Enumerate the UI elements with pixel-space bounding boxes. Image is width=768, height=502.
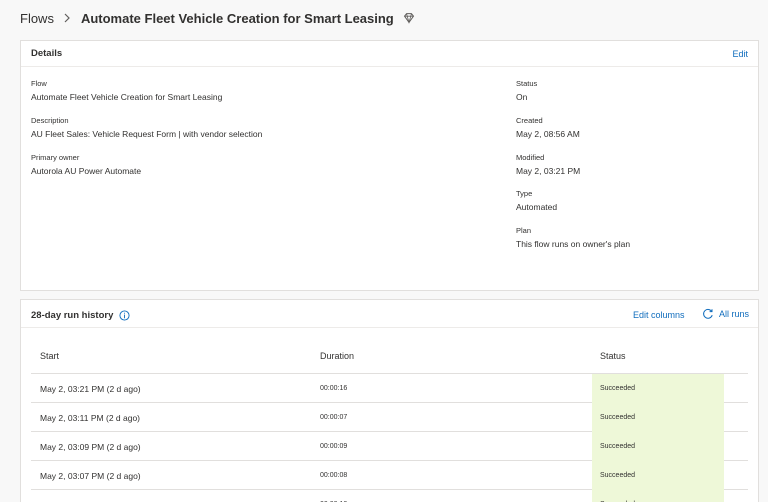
field-label: Created: [516, 116, 543, 125]
field-label: Flow: [31, 79, 47, 88]
cell-start: May 2, 03:07 PM (2 d ago): [40, 470, 141, 481]
all-runs-label: All runs: [719, 309, 750, 319]
status-badge: Succeeded: [592, 403, 724, 432]
table-header-row: Start Duration Status: [31, 328, 748, 374]
run-history-header: 28-day run history Edit columns All runs: [21, 300, 758, 328]
info-icon[interactable]: [119, 310, 130, 321]
details-card: Details Edit Flow Automate Fleet Vehicle…: [20, 40, 759, 291]
field-primary-owner: Primary owner Autorola AU Power Automate: [31, 153, 141, 177]
field-value: This flow runs on owner's plan: [516, 239, 631, 249]
field-value: On: [516, 92, 528, 102]
page-title: Automate Fleet Vehicle Creation for Smar…: [80, 10, 394, 26]
cell-start: May 2, 03:21 PM (2 d ago): [40, 383, 141, 394]
field-label: Plan: [516, 226, 532, 235]
cell-start: May 2, 03:05 PM (2 d ago): [40, 490, 141, 502]
cell-duration: 00:00:08: [320, 472, 348, 479]
status-badge: Succeeded: [592, 461, 724, 490]
diamond-icon: [403, 13, 414, 24]
field-plan: Plan This flow runs on owner's plan: [516, 226, 630, 250]
field-value: Autorola AU Power Automate: [31, 166, 142, 176]
field-description: Description AU Fleet Sales: Vehicle Requ…: [31, 116, 262, 140]
field-value: May 2, 08:56 AM: [516, 129, 580, 139]
cell-duration: 00:00:16: [320, 385, 348, 392]
breadcrumb-flows-link[interactable]: Flows: [20, 11, 54, 26]
field-label: Primary owner: [31, 153, 80, 162]
field-created: Created May 2, 08:56 AM: [516, 116, 580, 140]
table-row[interactable]: May 2, 03:05 PM (2 d ago) 00:00:10 Succe…: [31, 490, 748, 502]
column-header-start[interactable]: Start: [40, 351, 59, 361]
field-value: Automate Fleet Vehicle Creation for Smar…: [31, 92, 223, 102]
cell-start: May 2, 03:11 PM (2 d ago): [40, 412, 141, 423]
field-modified: Modified May 2, 03:21 PM: [516, 153, 580, 177]
run-history-title: 28-day run history: [31, 310, 114, 321]
edit-details-link[interactable]: Edit: [732, 49, 748, 59]
table-row[interactable]: May 2, 03:21 PM (2 d ago) 00:00:16 Succe…: [31, 374, 748, 403]
run-history-card: 28-day run history Edit columns All runs…: [20, 299, 759, 502]
field-value: AU Fleet Sales: Vehicle Request Form | w…: [31, 129, 263, 139]
details-header: Details Edit: [21, 41, 758, 67]
table-row[interactable]: May 2, 03:09 PM (2 d ago) 00:00:09 Succe…: [31, 432, 748, 461]
edit-columns-button[interactable]: Edit columns: [633, 310, 685, 320]
cell-duration: 00:00:09: [320, 443, 348, 450]
cell-duration: 00:00:10: [320, 490, 347, 502]
cell-start: May 2, 03:09 PM (2 d ago): [40, 441, 141, 452]
field-label: Type: [516, 189, 533, 198]
table-row[interactable]: May 2, 03:11 PM (2 d ago) 00:00:07 Succe…: [31, 403, 748, 432]
cell-duration: 00:00:07: [320, 414, 348, 421]
field-label: Modified: [516, 153, 545, 162]
column-header-status[interactable]: Status: [600, 351, 626, 361]
field-type: Type Automated: [516, 189, 557, 213]
field-label: Status: [516, 79, 538, 88]
details-title: Details: [31, 48, 63, 59]
chevron-right-icon: [64, 13, 70, 23]
breadcrumb: Flows Automate Fleet Vehicle Creation fo…: [20, 9, 415, 27]
field-value: May 2, 03:21 PM: [516, 166, 581, 176]
status-badge: Succeeded: [592, 432, 724, 461]
field-flow: Flow Automate Fleet Vehicle Creation for…: [31, 79, 222, 103]
status-badge: Succeeded: [592, 374, 724, 403]
run-history-title-wrap: 28-day run history: [31, 310, 130, 321]
all-runs-button[interactable]: All runs: [702, 308, 749, 320]
field-status: Status On: [516, 79, 537, 103]
field-label: Description: [31, 116, 69, 125]
status-badge: Succeeded: [592, 490, 724, 502]
column-header-duration[interactable]: Duration: [320, 351, 354, 361]
table-row[interactable]: May 2, 03:07 PM (2 d ago) 00:00:08 Succe…: [31, 461, 748, 490]
refresh-icon: [703, 308, 713, 319]
field-value: Automated: [516, 202, 558, 212]
